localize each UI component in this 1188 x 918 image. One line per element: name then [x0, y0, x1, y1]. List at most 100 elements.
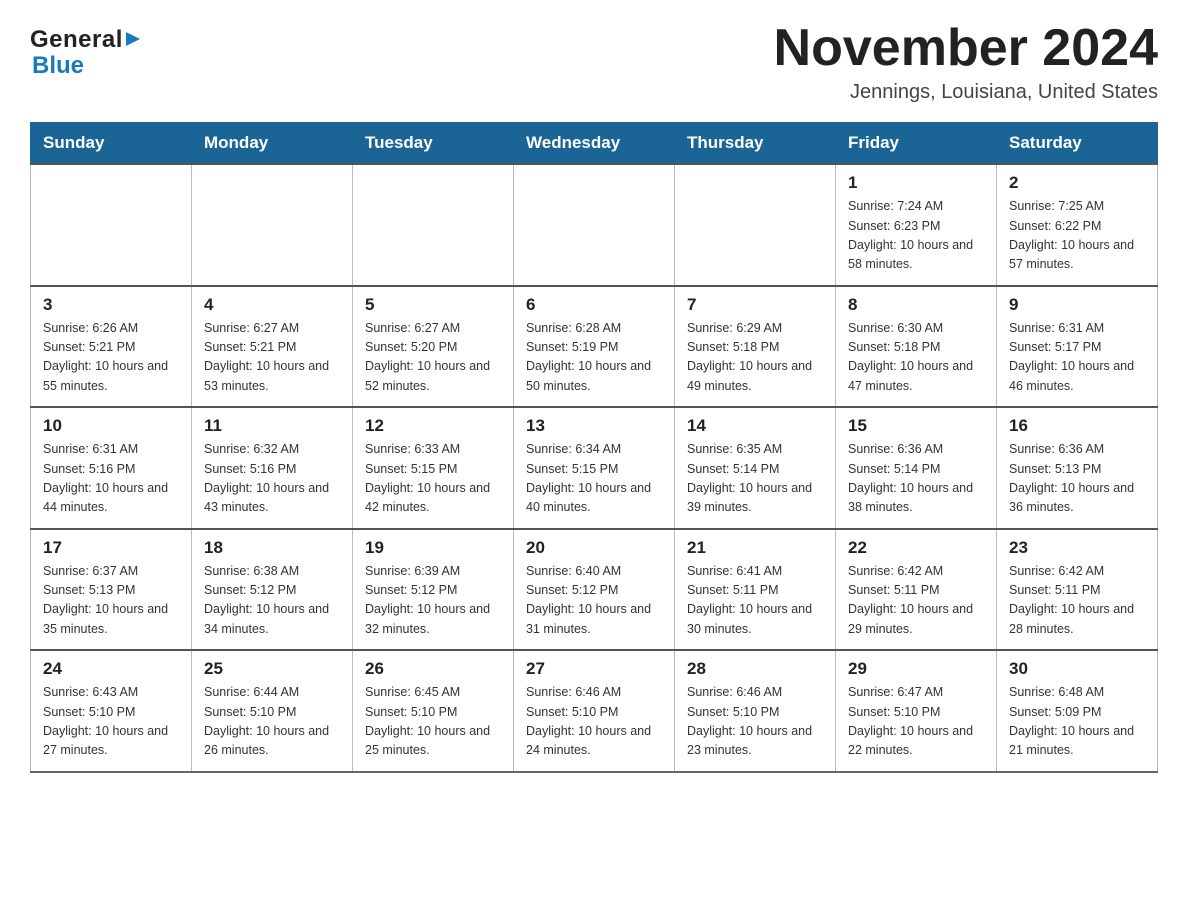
day-number: 10 — [43, 416, 181, 436]
calendar-cell-w5-d5: 28 Sunrise: 6:46 AMSunset: 5:10 PMDayligh… — [675, 650, 836, 772]
calendar-cell-w1-d4 — [514, 164, 675, 286]
calendar-cell-w2-d6: 8 Sunrise: 6:30 AMSunset: 5:18 PMDaylight… — [836, 286, 997, 408]
day-number: 8 — [848, 295, 986, 315]
calendar-cell-w5-d6: 29Sunrise: 6:47 AMSunset: 5:10 PMDayligh… — [836, 650, 997, 772]
calendar-cell-w3-d4: 13 Sunrise: 6:34 AMSunset: 5:15 PMDayligh… — [514, 407, 675, 529]
day-info: Sunrise: 6:31 AMSunset: 5:17 PMDaylight:… — [1009, 319, 1147, 397]
calendar-cell-w1-d1 — [31, 164, 192, 286]
calendar-cell-w1-d2 — [192, 164, 353, 286]
day-info: Sunrise: 7:24 AMSunset: 6:23 PMDaylight:… — [848, 197, 986, 275]
day-info: Sunrise: 6:46 AMSunset: 5:10 PMDaylight:… — [687, 683, 825, 761]
day-number: 25 — [204, 659, 342, 679]
calendar-cell-w1-d3 — [353, 164, 514, 286]
calendar-cell-w5-d3: 26 Sunrise: 6:45 AMSunset: 5:10 PMDayligh… — [353, 650, 514, 772]
calendar-cell-w3-d5: 14 Sunrise: 6:35 AMSunset: 5:14 PMDayligh… — [675, 407, 836, 529]
day-number: 4 — [204, 295, 342, 315]
weekday-header-row: SundayMondayTuesdayWednesdayThursdayFrid… — [31, 123, 1158, 165]
calendar-cell-w4-d5: 21 Sunrise: 6:41 AMSunset: 5:11 PMDayligh… — [675, 529, 836, 651]
logo-general-text: General — [30, 26, 123, 54]
day-number: 7 — [687, 295, 825, 315]
calendar-cell-w5-d4: 27 Sunrise: 6:46 AMSunset: 5:10 PMDayligh… — [514, 650, 675, 772]
calendar-body: 1 Sunrise: 7:24 AMSunset: 6:23 PMDaylight… — [31, 164, 1158, 772]
day-number: 27 — [526, 659, 664, 679]
calendar-cell-w4-d3: 19 Sunrise: 6:39 AMSunset: 5:12 PMDayligh… — [353, 529, 514, 651]
day-number: 17 — [43, 538, 181, 558]
day-number: 6 — [526, 295, 664, 315]
calendar-cell-w4-d1: 17Sunrise: 6:37 AMSunset: 5:13 PMDayligh… — [31, 529, 192, 651]
page-header: General Blue November 2024 Jennings, Lou… — [30, 20, 1158, 104]
day-info: Sunrise: 7:25 AMSunset: 6:22 PMDaylight:… — [1009, 197, 1147, 275]
day-info: Sunrise: 6:45 AMSunset: 5:10 PMDaylight:… — [365, 683, 503, 761]
day-number: 19 — [365, 538, 503, 558]
logo-blue-text: Blue — [32, 52, 84, 80]
day-info: Sunrise: 6:42 AMSunset: 5:11 PMDaylight:… — [1009, 562, 1147, 640]
day-number: 11 — [204, 416, 342, 436]
day-info: Sunrise: 6:33 AMSunset: 5:15 PMDaylight:… — [365, 440, 503, 518]
location-subtitle: Jennings, Louisiana, United States — [774, 81, 1158, 104]
calendar-cell-w2-d5: 7Sunrise: 6:29 AMSunset: 5:18 PMDaylight… — [675, 286, 836, 408]
day-number: 12 — [365, 416, 503, 436]
title-block: November 2024 Jennings, Louisiana, Unite… — [774, 20, 1158, 104]
day-number: 29 — [848, 659, 986, 679]
calendar-cell-w5-d2: 25 Sunrise: 6:44 AMSunset: 5:10 PMDayligh… — [192, 650, 353, 772]
week-row-2: 3Sunrise: 6:26 AMSunset: 5:21 PMDaylight… — [31, 286, 1158, 408]
weekday-header-tuesday: Tuesday — [353, 123, 514, 165]
day-info: Sunrise: 6:41 AMSunset: 5:11 PMDaylight:… — [687, 562, 825, 640]
day-info: Sunrise: 6:31 AMSunset: 5:16 PMDaylight:… — [43, 440, 181, 518]
calendar-cell-w2-d2: 4 Sunrise: 6:27 AMSunset: 5:21 PMDaylight… — [192, 286, 353, 408]
calendar-cell-w2-d3: 5 Sunrise: 6:27 AMSunset: 5:20 PMDaylight… — [353, 286, 514, 408]
day-info: Sunrise: 6:27 AMSunset: 5:21 PMDaylight:… — [204, 319, 342, 397]
day-number: 30 — [1009, 659, 1147, 679]
month-title: November 2024 — [774, 20, 1158, 77]
day-number: 1 — [848, 173, 986, 193]
calendar-cell-w1-d7: 2 Sunrise: 7:25 AMSunset: 6:22 PMDaylight… — [997, 164, 1158, 286]
day-info: Sunrise: 6:27 AMSunset: 5:20 PMDaylight:… — [365, 319, 503, 397]
day-number: 13 — [526, 416, 664, 436]
day-number: 26 — [365, 659, 503, 679]
day-number: 21 — [687, 538, 825, 558]
calendar-cell-w4-d7: 23 Sunrise: 6:42 AMSunset: 5:11 PMDayligh… — [997, 529, 1158, 651]
day-info: Sunrise: 6:36 AMSunset: 5:13 PMDaylight:… — [1009, 440, 1147, 518]
calendar-cell-w1-d5 — [675, 164, 836, 286]
day-info: Sunrise: 6:38 AMSunset: 5:12 PMDaylight:… — [204, 562, 342, 640]
day-info: Sunrise: 6:35 AMSunset: 5:14 PMDaylight:… — [687, 440, 825, 518]
day-info: Sunrise: 6:43 AMSunset: 5:10 PMDaylight:… — [43, 683, 181, 761]
calendar-cell-w3-d1: 10 Sunrise: 6:31 AMSunset: 5:16 PMDayligh… — [31, 407, 192, 529]
day-info: Sunrise: 6:34 AMSunset: 5:15 PMDaylight:… — [526, 440, 664, 518]
day-info: Sunrise: 6:39 AMSunset: 5:12 PMDaylight:… — [365, 562, 503, 640]
calendar-cell-w4-d6: 22 Sunrise: 6:42 AMSunset: 5:11 PMDayligh… — [836, 529, 997, 651]
calendar-table: SundayMondayTuesdayWednesdayThursdayFrid… — [30, 122, 1158, 773]
weekday-header-friday: Friday — [836, 123, 997, 165]
day-info: Sunrise: 6:36 AMSunset: 5:14 PMDaylight:… — [848, 440, 986, 518]
day-info: Sunrise: 6:42 AMSunset: 5:11 PMDaylight:… — [848, 562, 986, 640]
calendar-cell-w3-d2: 11 Sunrise: 6:32 AMSunset: 5:16 PMDayligh… — [192, 407, 353, 529]
day-info: Sunrise: 6:48 AMSunset: 5:09 PMDaylight:… — [1009, 683, 1147, 761]
day-info: Sunrise: 6:30 AMSunset: 5:18 PMDaylight:… — [848, 319, 986, 397]
calendar-header: SundayMondayTuesdayWednesdayThursdayFrid… — [31, 123, 1158, 165]
day-number: 2 — [1009, 173, 1147, 193]
day-number: 14 — [687, 416, 825, 436]
calendar-cell-w2-d1: 3Sunrise: 6:26 AMSunset: 5:21 PMDaylight… — [31, 286, 192, 408]
day-number: 5 — [365, 295, 503, 315]
day-number: 28 — [687, 659, 825, 679]
day-info: Sunrise: 6:46 AMSunset: 5:10 PMDaylight:… — [526, 683, 664, 761]
weekday-header-saturday: Saturday — [997, 123, 1158, 165]
calendar-cell-w5-d1: 24Sunrise: 6:43 AMSunset: 5:10 PMDayligh… — [31, 650, 192, 772]
day-info: Sunrise: 6:40 AMSunset: 5:12 PMDaylight:… — [526, 562, 664, 640]
day-info: Sunrise: 6:26 AMSunset: 5:21 PMDaylight:… — [43, 319, 181, 397]
calendar-cell-w2-d7: 9 Sunrise: 6:31 AMSunset: 5:17 PMDaylight… — [997, 286, 1158, 408]
logo-arrow-icon — [126, 32, 140, 46]
week-row-1: 1 Sunrise: 7:24 AMSunset: 6:23 PMDaylight… — [31, 164, 1158, 286]
week-row-4: 17Sunrise: 6:37 AMSunset: 5:13 PMDayligh… — [31, 529, 1158, 651]
weekday-header-sunday: Sunday — [31, 123, 192, 165]
weekday-header-wednesday: Wednesday — [514, 123, 675, 165]
day-info: Sunrise: 6:44 AMSunset: 5:10 PMDaylight:… — [204, 683, 342, 761]
day-number: 22 — [848, 538, 986, 558]
day-number: 16 — [1009, 416, 1147, 436]
day-number: 9 — [1009, 295, 1147, 315]
calendar-cell-w2-d4: 6Sunrise: 6:28 AMSunset: 5:19 PMDaylight… — [514, 286, 675, 408]
day-info: Sunrise: 6:32 AMSunset: 5:16 PMDaylight:… — [204, 440, 342, 518]
weekday-header-thursday: Thursday — [675, 123, 836, 165]
logo: General Blue — [30, 26, 140, 80]
day-number: 23 — [1009, 538, 1147, 558]
